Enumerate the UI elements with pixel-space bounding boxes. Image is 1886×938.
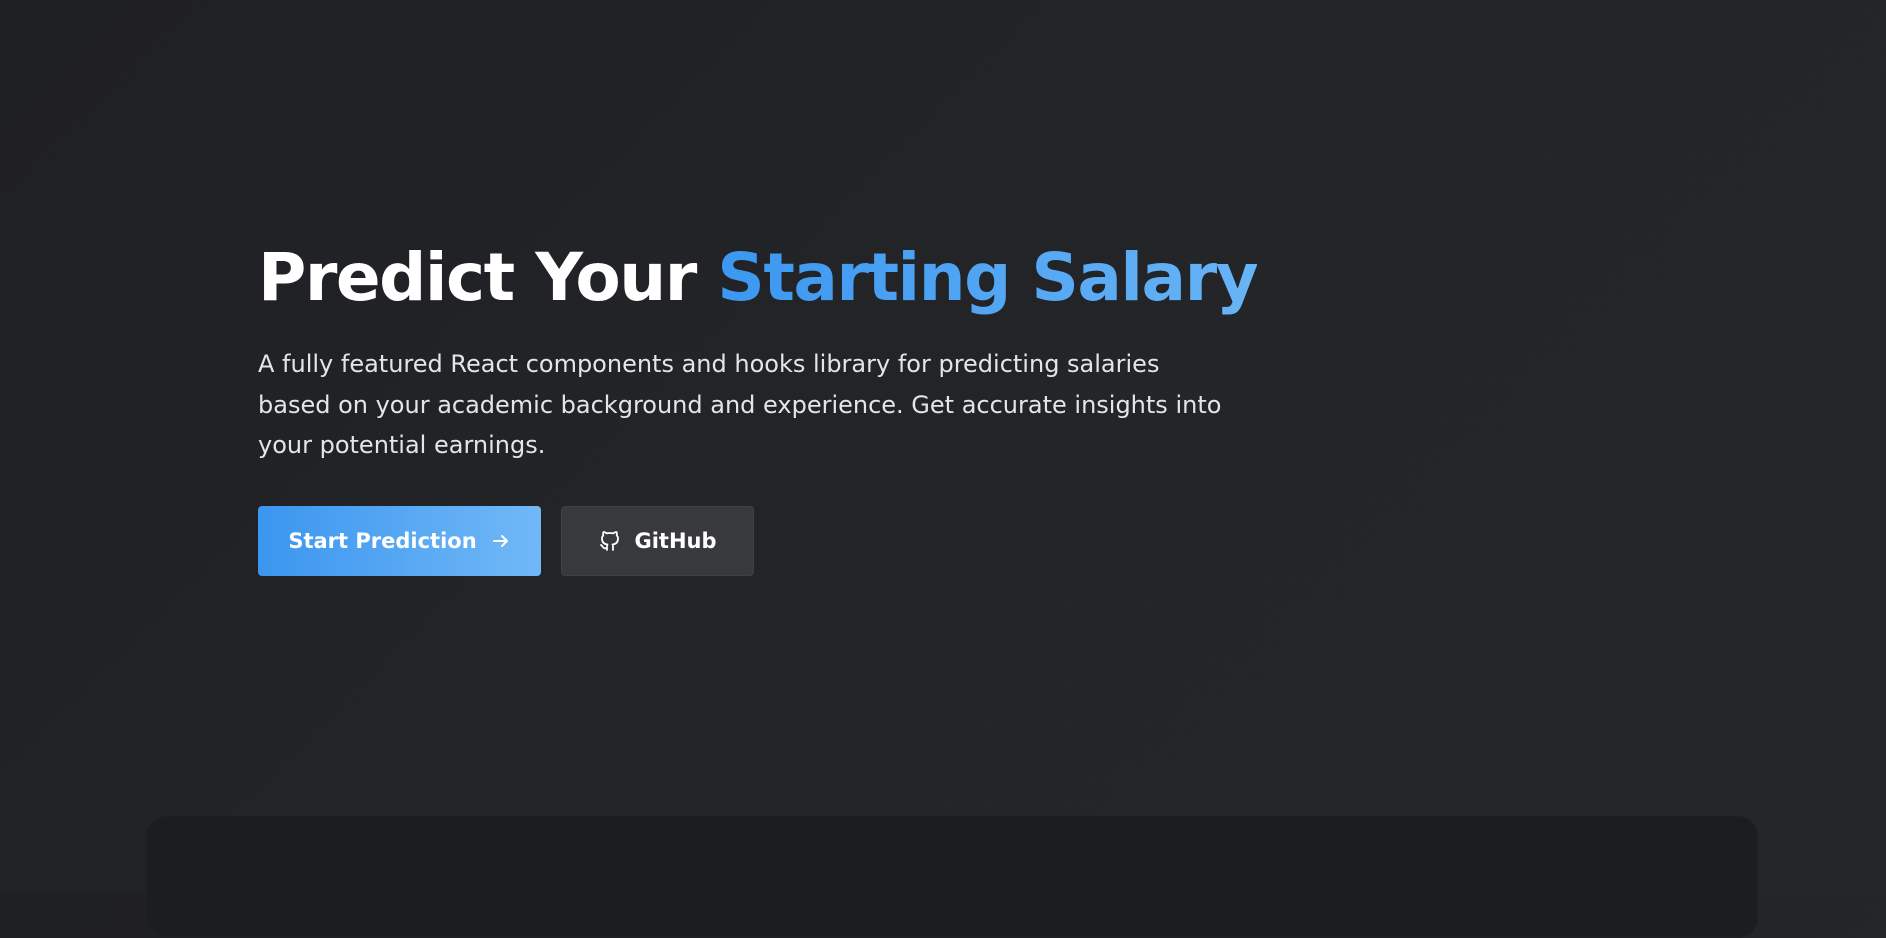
hero-subtitle: A fully featured React components and ho…: [258, 350, 1222, 459]
github-button[interactable]: GitHub: [561, 506, 754, 576]
start-prediction-button[interactable]: Start Prediction: [258, 506, 541, 576]
hero-actions: Start Prediction GitHub: [258, 506, 754, 576]
hero-section: Predict Your Starting Salary A fully fea…: [258, 230, 1259, 466]
arrow-right-icon: [491, 531, 511, 551]
github-label: GitHub: [634, 529, 717, 553]
preview-panel: [146, 816, 1758, 938]
hero-title: Predict Your Starting Salary: [258, 230, 1259, 326]
hero-title-highlight: Starting Salary: [717, 239, 1258, 316]
start-prediction-label: Start Prediction: [288, 529, 477, 553]
hero-title-prefix: Predict Your: [258, 239, 697, 316]
github-icon: [598, 529, 622, 553]
